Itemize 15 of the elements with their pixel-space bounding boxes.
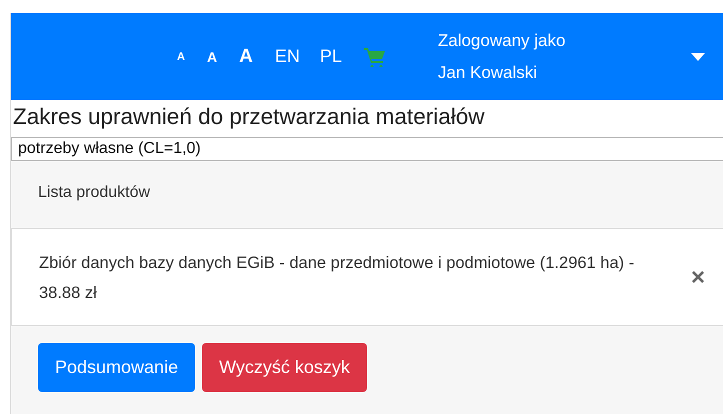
user-label: Zalogowany jako [438,30,566,52]
section-heading: Zakres uprawnień do przetwarzania materiałów [13,103,486,131]
clear-cart-button[interactable]: Wyczyść koszyk [202,343,367,392]
remove-button[interactable]: × [690,264,705,292]
font-size-link[interactable]: A [239,46,253,68]
language-link[interactable]: EN [274,46,300,67]
summary-button[interactable]: Podsumowanie [38,343,196,392]
language-link[interactable]: PL [320,46,342,67]
purpose-field[interactable]: potrzeby własne (CL=1,0) [11,137,723,161]
font-size-link[interactable]: A [206,48,218,64]
panel-title: Lista produktów [38,184,150,201]
caret-icon[interactable] [691,52,705,60]
font-size-link[interactable]: A [177,50,185,62]
user-name: Jan Kowalski [438,62,538,84]
item-description: Zbiór danych bazy danych EGiB - dane przedmiotowe i podmiotowe (1.2961 ha) - 38.88 zł [39,253,636,304]
